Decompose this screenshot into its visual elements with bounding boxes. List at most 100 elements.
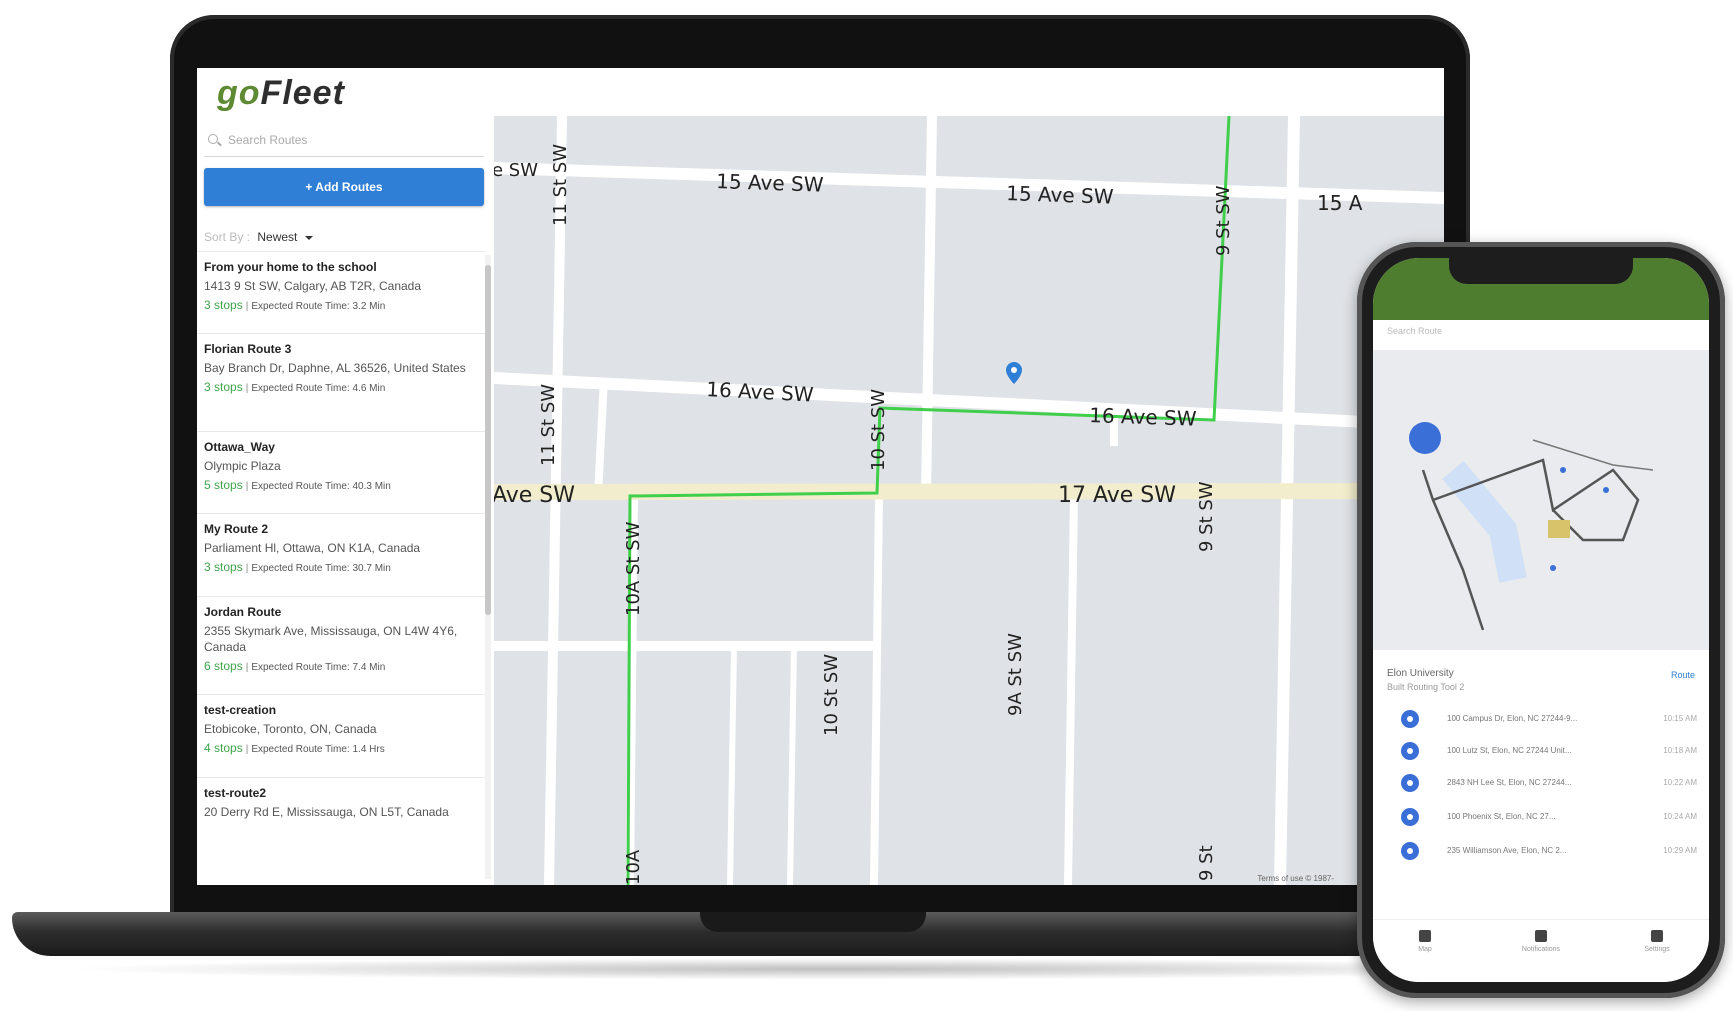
- sort-control[interactable]: Sort By : Newest: [204, 230, 313, 244]
- route-list: From your home to the school 1413 9 St S…: [197, 251, 494, 885]
- phone-route-button[interactable]: Route: [1671, 670, 1695, 680]
- route-time: Expected Route Time: 30.7 Min: [251, 563, 391, 574]
- route-card[interactable]: Ottawa_Way Olympic Plaza 5 stops | Expecte…: [197, 431, 485, 500]
- street-label: 16 Ave SW: [1089, 403, 1197, 431]
- bell-icon: [1535, 930, 1547, 942]
- street-label: e SW: [494, 160, 538, 181]
- stop-icon: [1401, 742, 1419, 760]
- phone-map-canvas: [1409, 422, 1654, 631]
- route-card[interactable]: Florian Route 3 Bay Branch Dr, Daphne, A…: [197, 333, 485, 402]
- route-name: Jordan Route: [204, 605, 282, 619]
- stop-icon: [1401, 710, 1419, 728]
- route-stops: 3 stops: [204, 298, 243, 312]
- route-time: Expected Route Time: 3.2 Min: [251, 301, 386, 312]
- route-map[interactable]: e SW 15 Ave SW 15 Ave SW 15 A 16 Ave SW …: [494, 116, 1444, 885]
- route-card[interactable]: test-route2 20 Derry Rd E, Mississauga, …: [197, 777, 485, 828]
- street-label: 11 St SW: [538, 384, 559, 466]
- tab-settings[interactable]: Settings: [1627, 930, 1687, 953]
- phone-frame: Search Route Elon University Built Routi…: [1357, 242, 1725, 998]
- route-address: 1413 9 St SW, Calgary, AB T2R, Canada: [204, 279, 422, 293]
- route-card[interactable]: test-creation Etobicoke, Toronto, ON, Ca…: [197, 694, 485, 763]
- street-label: Ave SW: [494, 483, 575, 508]
- school-icon: [1548, 520, 1570, 538]
- route-name: Florian Route 3: [204, 342, 292, 356]
- stop-address: 100 Lutz St, Elon, NC 27244 Unit...: [1447, 746, 1572, 755]
- phone-stop-item[interactable]: 2843 NH Lee St, Elon, NC 27244... 10:22 …: [1387, 772, 1697, 796]
- gofleet-logo[interactable]: goFleet: [217, 74, 345, 113]
- route-name: Ottawa_Way: [204, 440, 275, 454]
- street-label: 17 Ave SW: [1058, 483, 1176, 508]
- stop-address: 2843 NH Lee St, Elon, NC 27244...: [1447, 778, 1572, 787]
- route-time: Expected Route Time: 40.3 Min: [251, 481, 391, 492]
- stop-address: 100 Phoenix St, Elon, NC 27...: [1447, 812, 1556, 821]
- location-pin-icon[interactable]: [1006, 362, 1022, 384]
- street-label: 9A St SW: [1005, 633, 1026, 716]
- vehicle-icon[interactable]: [1409, 422, 1441, 454]
- phone-screen: Search Route Elon University Built Routi…: [1373, 258, 1709, 982]
- route-name: My Route 2: [204, 522, 269, 536]
- phone-tab-bar: Map Notifications Settings: [1373, 919, 1709, 982]
- phone-map[interactable]: [1373, 350, 1709, 650]
- tab-map[interactable]: Map: [1395, 930, 1455, 953]
- sort-label: Sort By :: [204, 230, 251, 244]
- stop-address: 235 Williamson Ave, Elon, NC 2...: [1447, 846, 1567, 855]
- phone-notch: [1449, 258, 1633, 284]
- street-label: 10A St SW: [623, 521, 644, 616]
- route-address: 20 Derry Rd E, Mississauga, ON L5T, Cana…: [204, 805, 449, 819]
- laptop-screen: goFleet + Add Routes Sort By : Newest Fr…: [197, 68, 1444, 885]
- route-name: test-route2: [204, 786, 267, 800]
- map-attribution[interactable]: Terms of use © 1987-: [1257, 874, 1334, 883]
- routes-sidebar: + Add Routes Sort By : Newest From your …: [197, 116, 494, 885]
- street-label: 9 St SW: [1213, 185, 1234, 256]
- add-routes-button[interactable]: + Add Routes: [204, 168, 484, 206]
- chevron-down-icon: [304, 235, 313, 240]
- sort-value: Newest: [257, 230, 298, 244]
- street-label: 9 St SW: [1196, 481, 1217, 552]
- phone-stop-item[interactable]: 100 Phoenix St, Elon, NC 27... 10:24 AM: [1387, 806, 1697, 830]
- route-card[interactable]: My Route 2 Parliament Hl, Ottawa, ON K1A…: [197, 513, 485, 582]
- street-label: 9 St: [1196, 845, 1217, 881]
- route-stops: 6 stops: [204, 659, 243, 673]
- tab-notifications[interactable]: Notifications: [1511, 930, 1571, 953]
- tab-label: Map: [1418, 946, 1432, 953]
- street-label: 10 St SW: [821, 654, 842, 736]
- phone-route-subtitle: Built Routing Tool 2: [1387, 682, 1465, 692]
- app-header: goFleet: [197, 68, 1444, 116]
- street-label: 10A: [623, 849, 644, 885]
- route-time: Expected Route Time: 1.4 Hrs: [251, 744, 385, 755]
- stop-icon: [1401, 808, 1419, 826]
- stop-address: 100 Campus Dr, Elon, NC 27244-9...: [1447, 714, 1578, 723]
- route-address: 2355 Skymark Ave, Mississauga, ON L4W 4Y…: [204, 624, 458, 654]
- route-address: Parliament Hl, Ottawa, ON K1A, Canada: [204, 541, 421, 555]
- phone-stop-item[interactable]: 235 Williamson Ave, Elon, NC 2... 10:29 …: [1387, 840, 1697, 864]
- route-address: Bay Branch Dr, Daphne, AL 36526, United …: [204, 361, 466, 375]
- route-stops: 3 stops: [204, 560, 243, 574]
- route-stops: 3 stops: [204, 380, 243, 394]
- gear-icon: [1651, 930, 1663, 942]
- phone-stop-item[interactable]: 100 Campus Dr, Elon, NC 27244-9... 10:15…: [1387, 708, 1697, 732]
- route-card[interactable]: Jordan Route 2355 Skymark Ave, Mississau…: [197, 596, 485, 681]
- route-stops: 5 stops: [204, 478, 243, 492]
- stop-icon: [1401, 842, 1419, 860]
- tab-label: Notifications: [1521, 946, 1561, 953]
- tab-label: Settings: [1644, 946, 1670, 953]
- map-icon: [1419, 930, 1431, 942]
- stop-eta: 10:24 AM: [1663, 812, 1697, 821]
- route-name: From your home to the school: [204, 260, 377, 274]
- search-icon: [208, 134, 218, 144]
- route-time: Expected Route Time: 4.6 Min: [251, 383, 386, 394]
- street-label: 15 Ave SW: [716, 169, 824, 197]
- stop-eta: 10:18 AM: [1663, 746, 1697, 755]
- street-label: 16 Ave SW: [706, 377, 815, 407]
- route-name: test-creation: [204, 703, 277, 717]
- scroll-thumb[interactable]: [485, 265, 491, 615]
- laptop-hinge-notch: [700, 912, 926, 932]
- phone-route-title: Elon University: [1387, 668, 1454, 679]
- route-list-scrollbar[interactable]: [485, 255, 491, 879]
- route-card[interactable]: From your home to the school 1413 9 St S…: [197, 251, 485, 320]
- phone-stop-item[interactable]: 100 Lutz St, Elon, NC 27244 Unit... 10:1…: [1387, 740, 1697, 764]
- route-stops: 4 stops: [204, 741, 243, 755]
- search-routes-input[interactable]: [226, 132, 480, 148]
- phone-search-input[interactable]: Search Route: [1387, 326, 1697, 344]
- search-routes: [204, 130, 484, 157]
